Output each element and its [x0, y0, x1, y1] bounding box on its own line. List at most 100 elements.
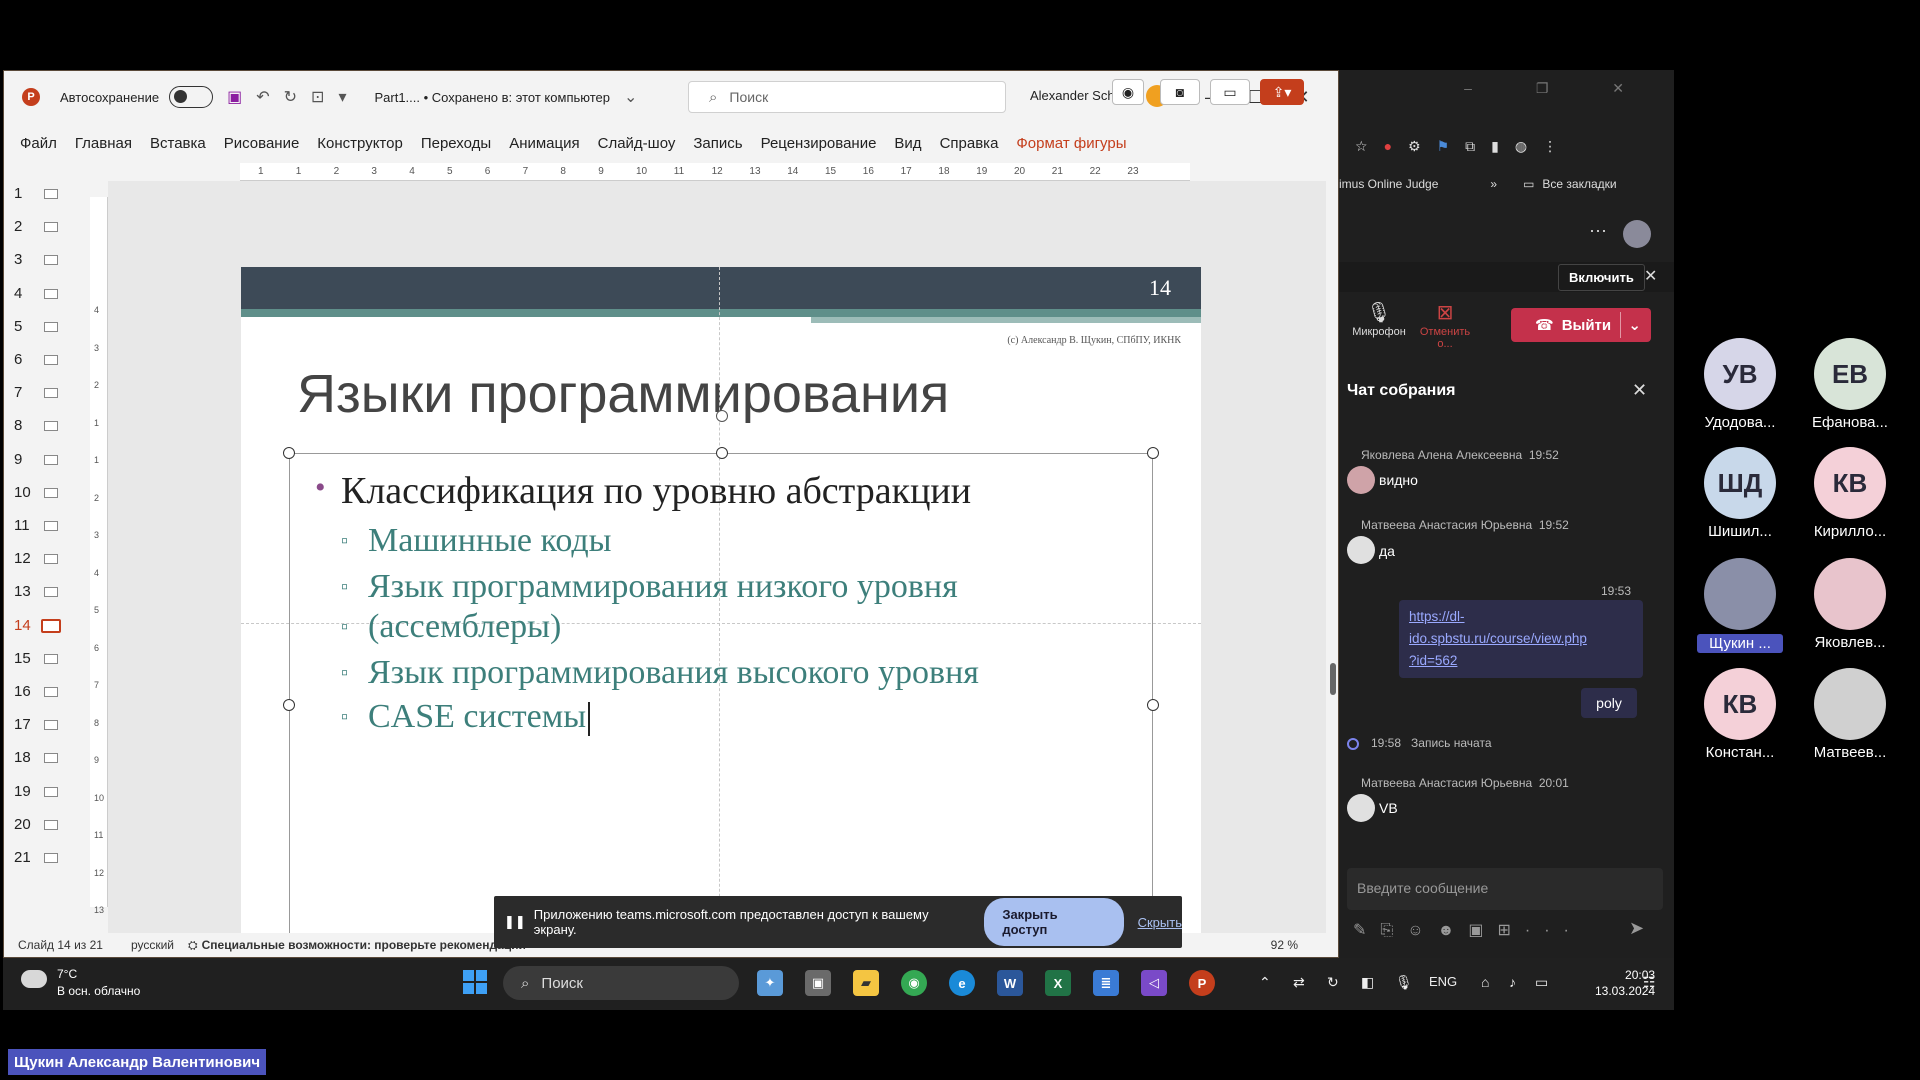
- ribbon-tab[interactable]: Главная: [75, 135, 132, 152]
- ribbon-tab[interactable]: Вставка: [150, 135, 206, 152]
- record-button[interactable]: ◉: [1112, 79, 1144, 105]
- slide-thumbnail[interactable]: 3: [4, 249, 72, 271]
- task-view-icon[interactable]: ▣: [805, 970, 831, 996]
- sidepanel-icon[interactable]: ▮: [1491, 138, 1499, 155]
- ribbon-tab[interactable]: Справка: [940, 135, 999, 152]
- presenter-icon[interactable]: ⊡: [311, 87, 324, 107]
- close-icon[interactable]: ✕: [1632, 380, 1647, 401]
- comments-button[interactable]: ▭: [1210, 79, 1250, 105]
- slide-title[interactable]: Языки программирования: [297, 363, 949, 425]
- mic-button[interactable]: 🎙 Микрофон: [1349, 300, 1409, 338]
- resize-handle[interactable]: [1147, 699, 1159, 711]
- avatar[interactable]: [1347, 794, 1375, 822]
- camera-button[interactable]: ◙: [1160, 79, 1200, 105]
- slide[interactable]: 14 (c) Александр В. Щукин, СПбПУ, ИКНК Я…: [241, 267, 1201, 957]
- scrollbar-thumb[interactable]: [1330, 663, 1336, 695]
- extension-icon[interactable]: ⚙: [1408, 138, 1421, 155]
- resize-handle[interactable]: [716, 447, 728, 459]
- slide-thumbnail[interactable]: 12: [4, 548, 72, 570]
- compose-toolbar[interactable]: ✎⎘☺☻▣⊞···: [1353, 920, 1583, 940]
- taskbar-search[interactable]: ⌕ Поиск: [503, 966, 739, 1000]
- refresh-icon[interactable]: ↻: [1327, 974, 1339, 991]
- slide-thumbnail[interactable]: 15: [4, 648, 72, 670]
- explorer-icon[interactable]: ▰: [853, 970, 879, 996]
- slide-thumbnail[interactable]: 7: [4, 382, 72, 404]
- slide-thumbnail[interactable]: 4: [4, 283, 72, 305]
- slide-thumbnail[interactable]: 6: [4, 349, 72, 371]
- language-indicator[interactable]: русский: [131, 938, 174, 952]
- chevron-down-icon[interactable]: ⌄: [624, 87, 637, 107]
- microphone-icon[interactable]: 🎙: [1395, 974, 1413, 991]
- qat-dropdown-icon[interactable]: ▾: [338, 87, 346, 107]
- ribbon-tab[interactable]: Слайд-шоу: [598, 135, 676, 152]
- slide-thumbnail[interactable]: 18: [4, 747, 72, 769]
- avatar[interactable]: [1347, 466, 1375, 494]
- slide-thumbnail[interactable]: 8: [4, 415, 72, 437]
- rotate-handle-icon[interactable]: [716, 410, 728, 422]
- message-input[interactable]: Введите сообщение: [1347, 868, 1663, 910]
- file-status[interactable]: Part1.... • Сохранено в: этот компьютер: [374, 90, 610, 105]
- ribbon-tab[interactable]: Переходы: [421, 135, 491, 152]
- resize-handle[interactable]: [1147, 447, 1159, 459]
- share-button[interactable]: ⇪▾: [1260, 79, 1304, 105]
- sync-icon[interactable]: ⇄: [1293, 974, 1305, 991]
- start-button[interactable]: [463, 970, 487, 994]
- stop-sharing-button[interactable]: Закрыть доступ: [984, 898, 1124, 946]
- puzzle-icon[interactable]: ⧉: [1465, 138, 1475, 155]
- slide-thumbnail[interactable]: 13: [4, 581, 72, 603]
- notifications-icon[interactable]: ☷: [1643, 974, 1656, 991]
- all-bookmarks[interactable]: Все закладки: [1542, 177, 1616, 191]
- slide-thumbnail[interactable]: 17: [4, 714, 72, 736]
- edge-icon[interactable]: e: [949, 970, 975, 996]
- avatar[interactable]: [1347, 536, 1375, 564]
- chrome-icon[interactable]: ◉: [901, 970, 927, 996]
- slide-thumbnail[interactable]: 5: [4, 316, 72, 338]
- tray-app-icon[interactable]: ◧: [1361, 974, 1374, 991]
- network-icon[interactable]: ⌂: [1481, 974, 1489, 990]
- resize-handle[interactable]: [283, 699, 295, 711]
- chevron-down-icon[interactable]: ⌄: [1628, 316, 1641, 334]
- participant-tile[interactable]: КВ Констан...: [1697, 668, 1783, 761]
- zoom-level[interactable]: 92 %: [1271, 938, 1298, 952]
- slide-thumbnail[interactable]: 16: [4, 681, 72, 703]
- copilot-icon[interactable]: ✦: [757, 970, 783, 996]
- browser-window-buttons[interactable]: – ❐ ✕: [1464, 80, 1654, 97]
- resize-handle[interactable]: [283, 447, 295, 459]
- ribbon-tab[interactable]: Анимация: [509, 135, 579, 152]
- send-icon[interactable]: ➤: [1629, 918, 1644, 939]
- vertical-scrollbar[interactable]: [1326, 163, 1338, 933]
- slide-thumbnail[interactable]: 21: [4, 847, 72, 869]
- visual-studio-icon[interactable]: ◁: [1141, 970, 1167, 996]
- word-icon[interactable]: W: [997, 970, 1023, 996]
- ribbon-tab[interactable]: Рецензирование: [761, 135, 877, 152]
- participant-tile[interactable]: КВ Кирилло...: [1807, 447, 1893, 540]
- ribbon-tab[interactable]: Рисование: [224, 135, 300, 152]
- adblock-icon[interactable]: ●: [1384, 138, 1392, 154]
- ribbon-tab[interactable]: Конструктор: [317, 135, 403, 152]
- participant-tile[interactable]: ШД Шишил...: [1697, 447, 1783, 540]
- volume-icon[interactable]: ♪: [1509, 974, 1516, 990]
- stop-share-button[interactable]: ⊠ Отменить о...: [1415, 300, 1475, 350]
- participant-tile[interactable]: УВ Удодова...: [1697, 338, 1783, 431]
- redo-icon[interactable]: ↻: [284, 87, 297, 107]
- bookmark-item[interactable]: imus Online Judge: [1339, 177, 1438, 191]
- ribbon-tab[interactable]: Запись: [693, 135, 742, 152]
- slide-thumbnail[interactable]: 10: [4, 482, 72, 504]
- ribbon-tab[interactable]: Формат фигуры: [1016, 135, 1126, 152]
- language-indicator[interactable]: ENG: [1429, 974, 1457, 989]
- leave-button[interactable]: ☎ Выйти ⌄: [1511, 308, 1651, 342]
- ribbon-tab[interactable]: Вид: [894, 135, 921, 152]
- save-icon[interactable]: ▣: [227, 87, 242, 107]
- notepad-icon[interactable]: ≣: [1093, 970, 1119, 996]
- star-icon[interactable]: ☆: [1355, 138, 1368, 155]
- participant-tile[interactable]: ЕВ Ефанова...: [1807, 338, 1893, 431]
- slide-thumbnail[interactable]: 20: [4, 814, 72, 836]
- search-input[interactable]: ⌕ Поиск: [688, 81, 1006, 113]
- enable-button[interactable]: Включить: [1558, 264, 1645, 291]
- participant-tile[interactable]: Яковлев...: [1807, 558, 1893, 651]
- slide-thumbnail[interactable]: 2: [4, 216, 72, 238]
- accessibility-status[interactable]: Специальные возможности: проверьте реком…: [202, 938, 526, 952]
- battery-icon[interactable]: ▭: [1535, 974, 1548, 991]
- weather-widget[interactable]: 7°C В осн. облачно: [21, 966, 140, 1000]
- more-bookmarks-icon[interactable]: »: [1490, 177, 1497, 191]
